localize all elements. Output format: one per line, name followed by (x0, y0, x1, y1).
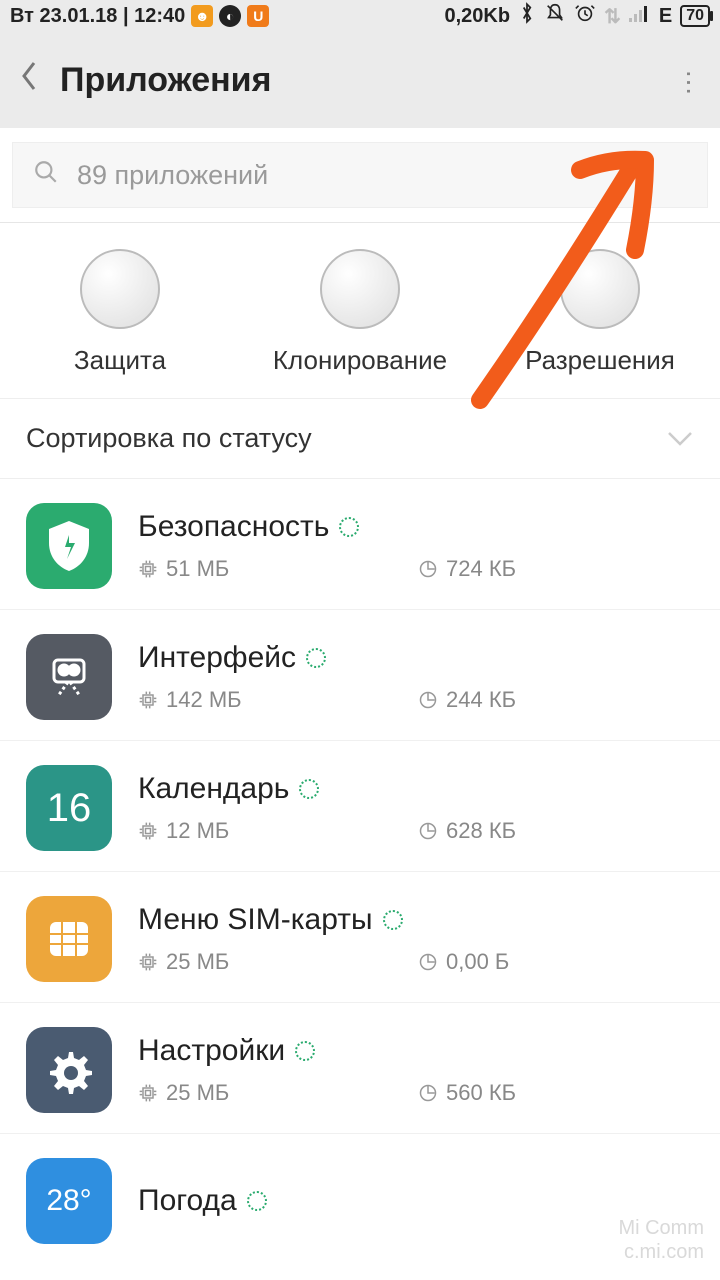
app-row-sim[interactable]: Меню SIM-карты 25 МБ 0,00 Б (0, 872, 720, 1003)
search-placeholder: 89 приложений (77, 160, 268, 191)
battery-icon: 70 (680, 5, 710, 27)
app-cache: 244 КБ (446, 687, 516, 713)
running-indicator-icon (383, 910, 403, 930)
watermark-line2: c.mi.com (618, 1240, 704, 1264)
overflow-menu-button[interactable]: ⋯ (674, 69, 705, 91)
app-icon-settings (26, 1027, 112, 1113)
shortcut-cloning[interactable]: Клонирование (241, 249, 479, 376)
app-storage: 25 МБ (166, 1080, 229, 1106)
app-name-label: Погода (138, 1184, 237, 1218)
app-storage: 25 МБ (166, 949, 229, 975)
page-title: Приложения (60, 61, 271, 100)
chevron-down-icon (666, 423, 694, 455)
status-bar: Вт 23.01.18 | 12:40 ☻ ◐ U 0,20Kb ⇅ E 70 (0, 0, 720, 32)
running-indicator-icon (299, 779, 319, 799)
weather-temp: 28° (46, 1184, 91, 1218)
app-name-label: Меню SIM-карты (138, 903, 373, 937)
app-icon-calendar: 16 (26, 765, 112, 851)
app-body: Погода (138, 1184, 694, 1218)
app-row-security[interactable]: Безопасность 51 МБ 724 КБ (0, 479, 720, 610)
app-name-label: Настройки (138, 1034, 285, 1068)
running-indicator-icon (339, 517, 359, 537)
app-row-interface[interactable]: Интерфейс 142 МБ 244 КБ (0, 610, 720, 741)
shortcut-circle-icon (560, 249, 640, 329)
app-body: Календарь 12 МБ 628 КБ (138, 772, 694, 844)
shortcuts-row: Защита Клонирование Разрешения (0, 223, 720, 399)
search-input[interactable]: 89 приложений (12, 142, 708, 208)
app-storage: 12 МБ (166, 818, 229, 844)
app-list: Безопасность 51 МБ 724 КБ Интерфейс 142 … (0, 479, 720, 1244)
shortcut-permissions[interactable]: Разрешения (481, 249, 719, 376)
running-indicator-icon (306, 648, 326, 668)
network-type: E (659, 5, 672, 28)
app-row-calendar[interactable]: 16 Календарь 12 МБ 628 КБ (0, 741, 720, 872)
app-row-settings[interactable]: Настройки 25 МБ 560 КБ (0, 1003, 720, 1134)
shortcut-label: Разрешения (525, 345, 675, 376)
app-name-label: Безопасность (138, 510, 329, 544)
app-cache: 724 КБ (446, 556, 516, 582)
app-body: Меню SIM-карты 25 МБ 0,00 Б (138, 903, 694, 975)
alarm-icon (574, 2, 596, 30)
app-storage: 51 МБ (166, 556, 229, 582)
watermark-line1: Mi Comm (618, 1216, 704, 1240)
sort-dropdown[interactable]: Сортировка по статусу (0, 399, 720, 479)
updown-icon: ⇅ (604, 4, 621, 29)
status-app-icon-1: ☻ (191, 5, 213, 27)
app-row-weather[interactable]: 28° Погода (0, 1134, 720, 1244)
shortcut-protection[interactable]: Защита (1, 249, 239, 376)
shortcut-label: Клонирование (273, 345, 447, 376)
app-body: Интерфейс 142 МБ 244 КБ (138, 641, 694, 713)
signal-icon (629, 4, 651, 28)
shortcut-label: Защита (74, 345, 166, 376)
app-body: Безопасность 51 МБ 724 КБ (138, 510, 694, 582)
status-left: Вт 23.01.18 | 12:40 ☻ ◐ U (10, 5, 269, 28)
app-icon-sim (26, 896, 112, 982)
calendar-day: 16 (47, 786, 92, 831)
app-storage: 142 МБ (166, 687, 242, 713)
search-icon (33, 159, 59, 192)
status-app-icon-3: U (247, 5, 269, 27)
back-button[interactable] (20, 59, 40, 102)
app-icon-interface (26, 634, 112, 720)
status-data: 0,20Kb (445, 5, 511, 28)
bluetooth-icon (518, 2, 536, 30)
app-icon-security (26, 503, 112, 589)
shortcut-circle-icon (320, 249, 400, 329)
app-name-label: Календарь (138, 772, 289, 806)
running-indicator-icon (295, 1041, 315, 1061)
search-section: 89 приложений (0, 128, 720, 223)
vibrate-icon (544, 2, 566, 30)
running-indicator-icon (247, 1191, 267, 1211)
app-icon-weather: 28° (26, 1158, 112, 1244)
app-name-label: Интерфейс (138, 641, 296, 675)
status-app-icon-2: ◐ (219, 5, 241, 27)
app-body: Настройки 25 МБ 560 КБ (138, 1034, 694, 1106)
status-datetime: Вт 23.01.18 | 12:40 (10, 5, 185, 28)
watermark: Mi Comm c.mi.com (618, 1216, 704, 1264)
status-right: 0,20Kb ⇅ E 70 (445, 2, 711, 30)
app-cache: 628 КБ (446, 818, 516, 844)
shortcut-circle-icon (80, 249, 160, 329)
app-header: Приложения ⋯ (0, 32, 720, 128)
sort-label: Сортировка по статусу (26, 423, 312, 454)
app-cache: 0,00 Б (446, 949, 509, 975)
app-cache: 560 КБ (446, 1080, 516, 1106)
